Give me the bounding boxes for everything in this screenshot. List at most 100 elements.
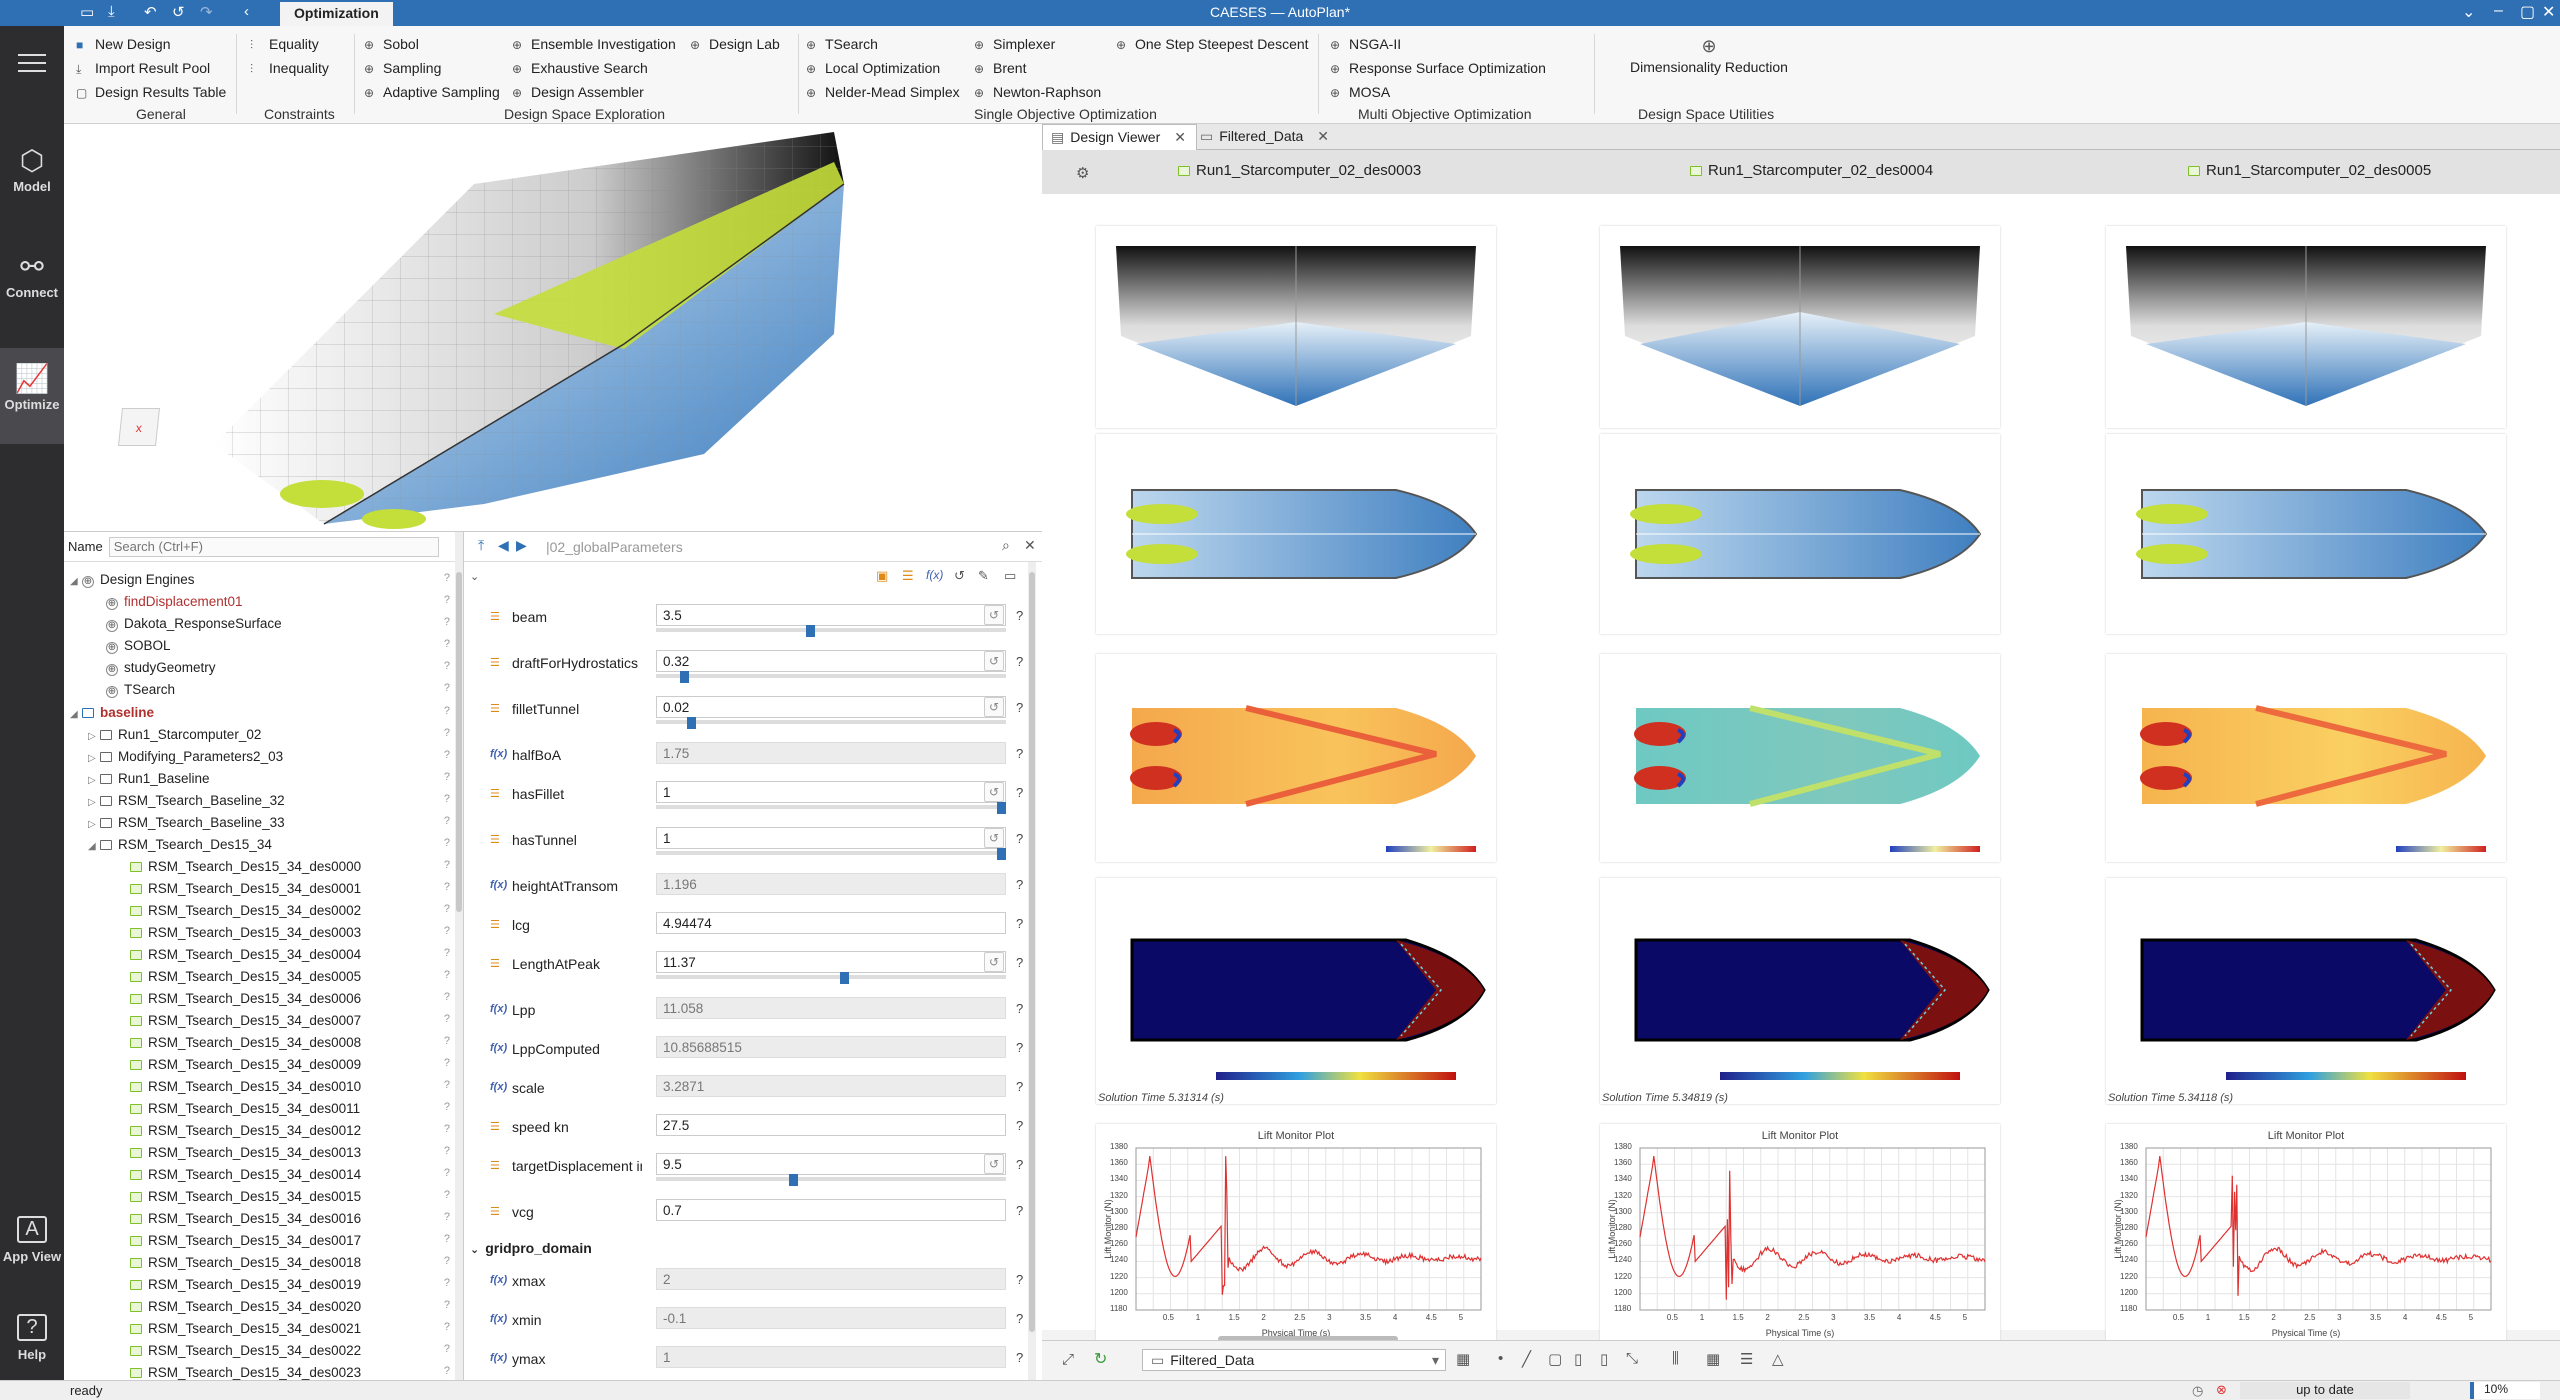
local-optimization-button[interactable]: ⊕ Local Optimization [806, 60, 940, 76]
folder-icon[interactable]: ▢ [1548, 1350, 1562, 1368]
tree-item-design[interactable]: RSM_Tsearch_Des15_34_des0018? [64, 1255, 456, 1277]
tree-item-design[interactable]: RSM_Tsearch_Des15_34_des0022? [64, 1343, 456, 1365]
slider-handle[interactable] [687, 717, 696, 729]
slider-handle[interactable] [789, 1174, 798, 1186]
compass-icon[interactable]: △ [1772, 1350, 1784, 1368]
function-icon[interactable]: f(x) [926, 568, 943, 582]
parameter-icon[interactable]: ☰ [902, 568, 914, 584]
help-icon[interactable]: ? [1016, 1272, 1023, 1287]
tree-item-engine[interactable]: ⊕ Dakota_ResponseSurface? [64, 616, 456, 638]
design-assembler-button[interactable]: ⊕ Design Assembler [512, 84, 644, 100]
help-icon[interactable]: ? [1016, 1001, 1023, 1016]
one-step-steepest-descent-button[interactable]: ⊕ One Step Steepest Descent [1116, 36, 1309, 52]
help-icon[interactable]: ? [444, 1145, 450, 1157]
help-icon[interactable]: ? [444, 1343, 450, 1355]
chevron-down-icon[interactable]: ◢ [70, 576, 82, 587]
grid-icon[interactable]: ▦ [1456, 1350, 1470, 1368]
help-icon[interactable]: ? [444, 1035, 450, 1047]
chevron-down-icon[interactable]: ◢ [70, 709, 82, 720]
adaptive-sampling-button[interactable]: ⊕ Adaptive Sampling [364, 84, 500, 100]
new-design-button[interactable]: ■ New Design [76, 36, 170, 52]
help-icon[interactable]: ? [444, 837, 450, 849]
tree-item-design-engines[interactable]: ◢ ⊕ Design Engines? [64, 572, 456, 594]
mosa-button[interactable]: ⊕ MOSA [1330, 84, 1390, 100]
settings-icon[interactable]: ⚙ [1076, 164, 1089, 182]
exhaustive-search-button[interactable]: ⊕ Exhaustive Search [512, 60, 648, 76]
help-icon[interactable]: ? [444, 1299, 450, 1311]
tree-item-design[interactable]: RSM_Tsearch_Des15_34_des0014? [64, 1167, 456, 1189]
tab-filtered-data[interactable]: ▭ Filtered_Data ✕ [1192, 124, 1339, 150]
hull-front-view[interactable] [1600, 226, 2000, 428]
help-icon[interactable]: ? [444, 1189, 450, 1201]
param-slider[interactable] [656, 1177, 1006, 1181]
simplexer-button[interactable]: ⊕ Simplexer [974, 36, 1055, 52]
help-icon[interactable]: ? [444, 881, 450, 893]
measure-icon[interactable]: ⤡ [1626, 1350, 1638, 1367]
tree-scrollbar[interactable] [455, 532, 463, 1380]
help-icon[interactable]: ? [1016, 1157, 1023, 1172]
tree-item-design[interactable]: RSM_Tsearch_Des15_34_des0015? [64, 1189, 456, 1211]
help-icon[interactable]: ? [444, 1211, 450, 1223]
tree-item-design[interactable]: RSM_Tsearch_Des15_34_des0005? [64, 969, 456, 991]
param-value-field[interactable]: 11.37 [656, 951, 1006, 973]
search-icon[interactable]: ⌕ [1002, 537, 1010, 554]
param-slider[interactable] [656, 805, 1006, 809]
chevron-down-icon[interactable]: ⌄ [470, 570, 479, 583]
ensemble-investigation-button[interactable]: ⊕ Ensemble Investigation [512, 36, 676, 52]
slider-handle[interactable] [997, 848, 1006, 860]
file-icon[interactable]: ▯ [1600, 1350, 1608, 1368]
tree-item-folder[interactable]: ▷ Run1_Starcomputer_02? [64, 727, 456, 749]
sidebar-item-optimize[interactable]: 📈 Optimize [0, 348, 64, 444]
help-icon[interactable]: ? [1016, 1040, 1023, 1055]
param-value-field[interactable]: 1 [656, 781, 1006, 803]
edit-icon[interactable]: ✎ [978, 568, 989, 584]
help-icon[interactable]: ? [444, 771, 450, 783]
tree-item-engine[interactable]: ⊕ SOBOL? [64, 638, 456, 660]
help-icon[interactable]: ? [1016, 700, 1023, 715]
nsga-ii-button[interactable]: ⊕ NSGA-II [1330, 36, 1401, 52]
param-slider[interactable] [656, 720, 1006, 724]
export-icon[interactable]: ⤒ [478, 537, 484, 554]
chevron-right-icon[interactable]: ▷ [88, 819, 100, 830]
pressure-contour-view[interactable] [2106, 654, 2506, 862]
filter-icon[interactable]: ▣ [876, 568, 888, 584]
maximize-icon[interactable]: ▢ [2520, 2, 2535, 22]
chevron-right-icon[interactable]: ▷ [88, 753, 100, 764]
tsearch-button[interactable]: ⊕ TSearch [806, 36, 878, 52]
stop-icon[interactable]: ⊗ [2216, 1382, 2227, 1398]
close-tab-icon[interactable]: ✕ [1174, 129, 1186, 145]
tree-search-input[interactable] [109, 537, 439, 557]
param-value-field[interactable]: 27.5 [656, 1114, 1006, 1136]
hamburger-icon[interactable] [18, 50, 46, 72]
help-icon[interactable]: ? [444, 903, 450, 915]
rows-icon[interactable]: ☰ [1740, 1350, 1753, 1368]
hull-front-view[interactable] [2106, 226, 2506, 428]
tree-item-design[interactable]: RSM_Tsearch_Des15_34_des0007? [64, 1013, 456, 1035]
collapse-icon[interactable]: ⌄ [2462, 2, 2475, 22]
tree-item-design[interactable]: RSM_Tsearch_Des15_34_des0017? [64, 1233, 456, 1255]
param-value-field[interactable]: 0.32 [656, 650, 1006, 672]
volume-fraction-view[interactable] [1600, 878, 2000, 1104]
help-icon[interactable]: ? [444, 1277, 450, 1289]
help-icon[interactable]: ? [444, 1365, 450, 1377]
tree-item-design[interactable]: RSM_Tsearch_Des15_34_des0023? [64, 1365, 456, 1380]
tree-item-design[interactable]: RSM_Tsearch_Des15_34_des0011? [64, 1101, 456, 1123]
design-results-table-button[interactable]: ▢ Design Results Table [76, 84, 226, 100]
help-icon[interactable]: ? [444, 947, 450, 959]
sidebar-item-app-view[interactable]: A App View [0, 1216, 64, 1296]
tree-item-design[interactable]: RSM_Tsearch_Des15_34_des0002? [64, 903, 456, 925]
tree-item-design[interactable]: RSM_Tsearch_Des15_34_des0019? [64, 1277, 456, 1299]
tree-item-engine[interactable]: ⊕ findDisplacement01? [64, 594, 456, 616]
hull-front-view[interactable] [1096, 226, 1496, 428]
help-icon[interactable]: ? [444, 660, 450, 672]
columns-icon[interactable]: ⫼ [1672, 1350, 1679, 1367]
help-icon[interactable]: ? [444, 969, 450, 981]
dimensionality-reduction-button[interactable]: ⊕ Dimensionality Reduction [1630, 36, 1788, 75]
slider-handle[interactable] [840, 972, 849, 984]
image-icon[interactable]: ▭ [1004, 568, 1016, 584]
help-icon[interactable]: ? [444, 727, 450, 739]
slider-handle[interactable] [806, 625, 815, 637]
refresh-icon[interactable]: ↻ [1094, 1349, 1107, 1369]
chevron-down-icon[interactable]: ◢ [88, 841, 100, 852]
import-result-pool-button[interactable]: ⤓ Import Result Pool [76, 60, 210, 77]
